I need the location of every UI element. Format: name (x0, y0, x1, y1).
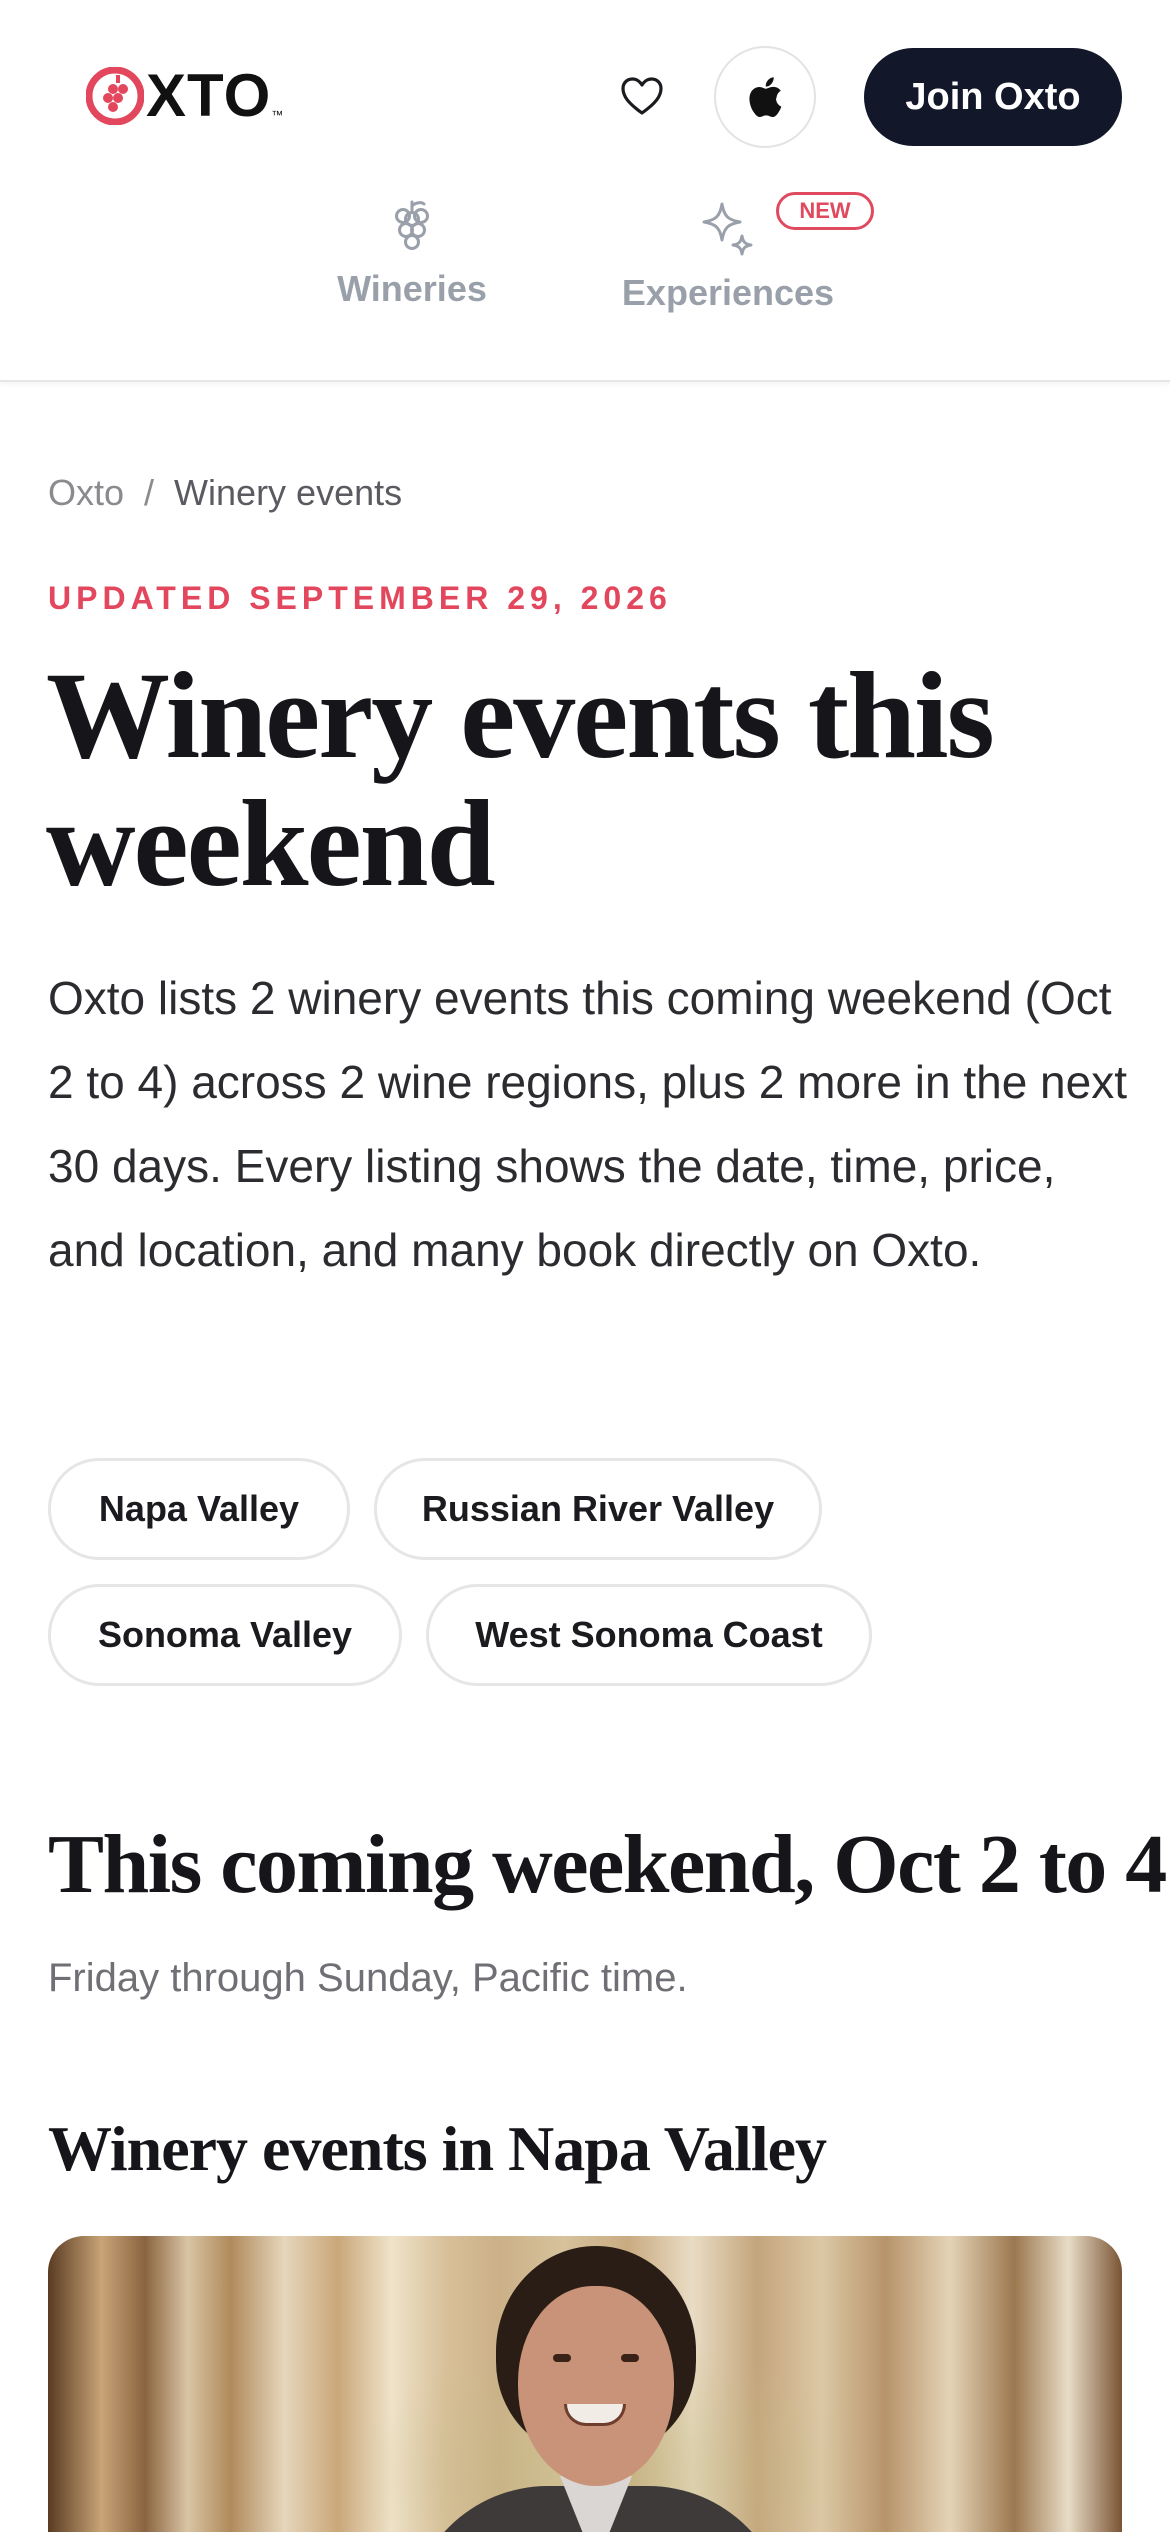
photo-person-eye-right (621, 2354, 639, 2362)
logo-trademark: ™ (271, 108, 284, 122)
photo-person-eye-left (553, 2354, 571, 2362)
tab-experiences-label: Experiences (621, 272, 835, 313)
updated-date-label: UPDATED SEPTEMBER 29, 2026 (48, 580, 672, 616)
site-header: XTO ™ Join Oxto Wineries Experiences NEW (0, 0, 1170, 382)
breadcrumb-current: Winery events (174, 472, 403, 513)
oxto-logo[interactable]: XTO ™ (86, 64, 283, 128)
tab-wineries-label: Wineries (337, 268, 487, 309)
favorites-button[interactable] (612, 70, 672, 122)
apple-icon (749, 77, 782, 118)
new-badge: NEW (776, 192, 874, 230)
weekend-heading: This coming weekend, Oct 2 to 4 (48, 1818, 1167, 1911)
heart-icon (621, 77, 663, 115)
region-chip-napa-valley[interactable]: Napa Valley (48, 1458, 350, 1560)
logo-text: XTO (146, 62, 272, 129)
breadcrumb-root-link[interactable]: Oxto (48, 472, 124, 514)
breadcrumb: Oxto / Winery events (48, 472, 402, 514)
napa-valley-section-heading: Winery events in Napa Valley (48, 2113, 827, 2184)
apple-signin-button[interactable] (714, 46, 816, 148)
breadcrumb-separator: / (144, 472, 155, 513)
weekend-subtitle: Friday through Sunday, Pacific time. (48, 1956, 688, 2000)
grape-logo-icon (86, 67, 144, 125)
tab-wineries[interactable]: Wineries (322, 200, 502, 310)
join-oxto-button[interactable]: Join Oxto (864, 48, 1122, 146)
event-card-photo[interactable] (48, 2236, 1122, 2532)
page-title: Winery events this weekend (46, 647, 995, 912)
grapes-icon (395, 200, 429, 250)
sparkle-icon (702, 202, 753, 256)
intro-paragraph: Oxto lists 2 winery events this coming w… (48, 972, 1128, 1276)
region-chip-sonoma-valley[interactable]: Sonoma Valley (48, 1584, 402, 1686)
photo-person-face (518, 2286, 674, 2486)
region-chip-russian-river-valley[interactable]: Russian River Valley (374, 1458, 822, 1560)
region-chip-west-sonoma-coast[interactable]: West Sonoma Coast (426, 1584, 872, 1686)
